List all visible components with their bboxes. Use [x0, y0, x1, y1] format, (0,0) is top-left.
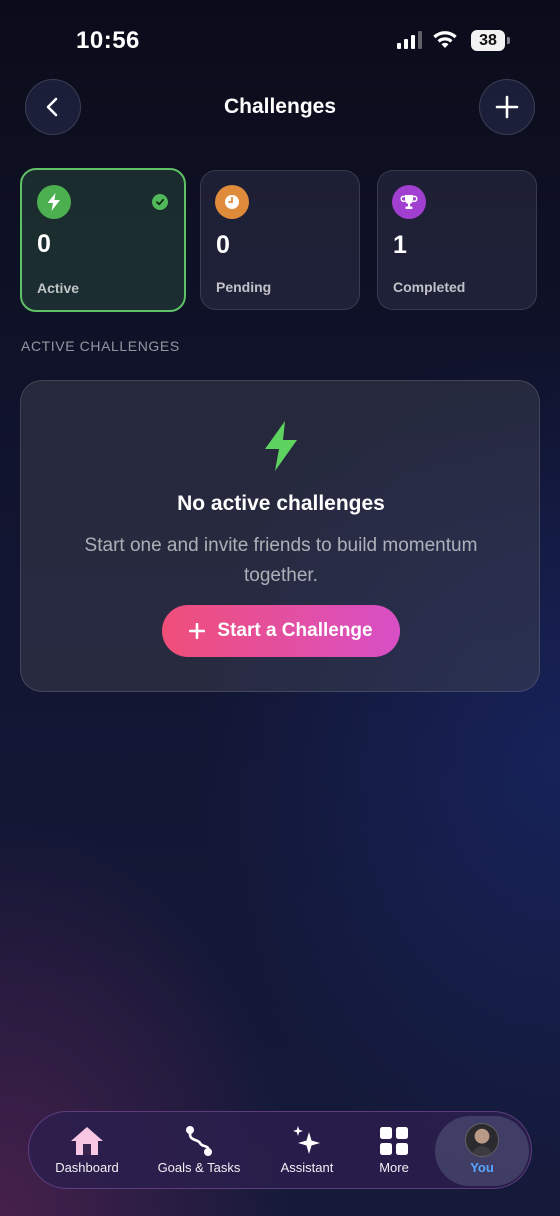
tab-label: Assistant: [280, 1160, 334, 1175]
status-bar: 10:56 38: [0, 0, 560, 80]
battery-indicator: 38: [471, 30, 505, 51]
plus-icon: [189, 623, 206, 639]
tab-label: Goals & Tasks: [157, 1160, 241, 1175]
battery-cap: [507, 37, 510, 44]
avatar-wrapper: [465, 1123, 499, 1157]
bolt-icon: [265, 421, 297, 471]
tab-dashboard[interactable]: Dashboard: [47, 1112, 127, 1190]
empty-state-title: No active challenges: [177, 492, 385, 515]
trophy-icon: [392, 185, 426, 219]
stat-count: 0: [216, 231, 230, 259]
start-challenge-button[interactable]: Start a Challenge: [162, 605, 400, 657]
sparkles-icon: [291, 1125, 323, 1157]
status-time: 10:56: [76, 27, 140, 54]
route-icon: [184, 1125, 214, 1157]
stat-card-pending[interactable]: 0 Pending: [200, 170, 360, 310]
clock-icon: [215, 185, 249, 219]
start-challenge-label: Start a Challenge: [217, 620, 373, 641]
home-icon: [70, 1125, 104, 1157]
bolt-icon: [37, 185, 71, 219]
tab-more[interactable]: More: [364, 1112, 424, 1190]
tab-you[interactable]: You: [435, 1116, 529, 1186]
stat-count: 1: [393, 231, 407, 259]
empty-state-card: No active challenges Start one and invit…: [20, 380, 540, 692]
stat-label: Completed: [393, 279, 466, 295]
stat-count: 0: [37, 230, 51, 258]
tab-goals-tasks[interactable]: Goals & Tasks: [149, 1112, 249, 1190]
avatar: [465, 1123, 499, 1157]
page-title: Challenges: [223, 95, 337, 118]
empty-state-description: Start one and invite friends to build mo…: [84, 535, 478, 586]
tab-label: More: [379, 1160, 409, 1175]
tab-label: You: [470, 1160, 494, 1175]
stat-card-active[interactable]: 0 Active: [20, 168, 186, 312]
tab-label: Dashboard: [55, 1160, 119, 1175]
grid-icon: [380, 1125, 408, 1157]
section-heading: ACTIVE CHALLENGES: [21, 338, 180, 354]
cellular-signal-icon: [397, 31, 422, 49]
stat-label: Active: [37, 280, 80, 296]
tab-bar: Dashboard Goals & Tasks Assistant More Y…: [28, 1111, 532, 1189]
tab-assistant[interactable]: Assistant: [267, 1112, 347, 1190]
add-challenge-button[interactable]: [479, 79, 535, 135]
stat-label: Pending: [216, 279, 272, 295]
plus-icon: [495, 95, 519, 119]
stat-card-completed[interactable]: 1 Completed: [377, 170, 537, 310]
checkmark-icon: [152, 194, 168, 210]
wifi-icon: [433, 31, 457, 48]
